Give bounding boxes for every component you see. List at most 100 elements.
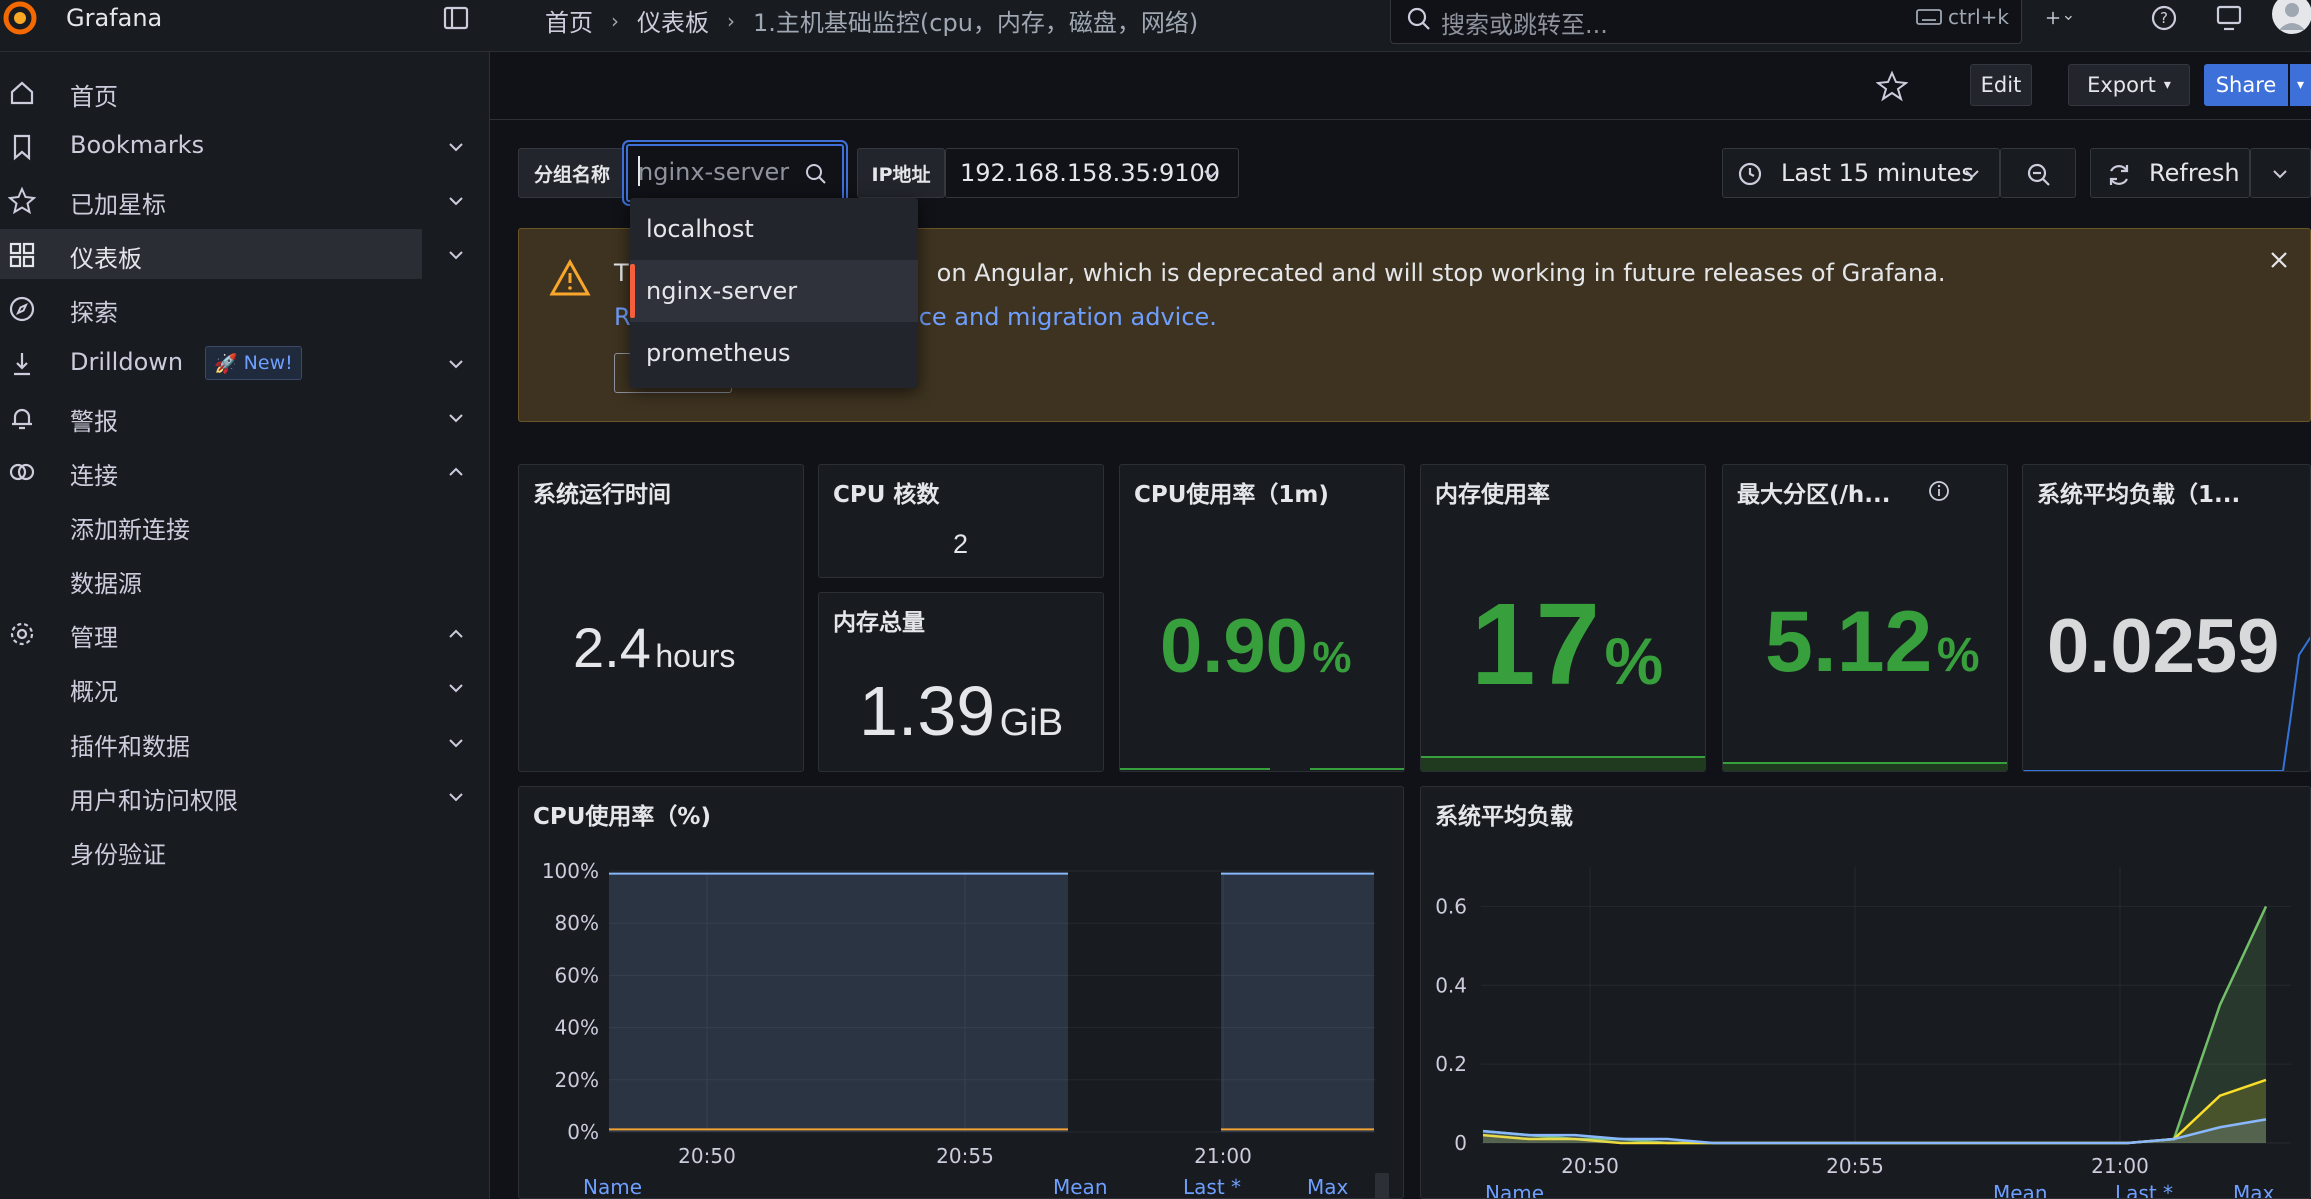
chevron-up-icon[interactable] bbox=[446, 462, 466, 482]
search-icon bbox=[806, 164, 826, 184]
x-tick-label: 20:55 bbox=[936, 1144, 994, 1168]
legend-header-mean[interactable]: Mean bbox=[1053, 1175, 1108, 1198]
sidebar-item-data-sources[interactable]: 数据源 bbox=[0, 554, 422, 604]
memory-usage-value: 17 bbox=[1471, 579, 1601, 709]
time-range-picker[interactable]: Last 15 minutes bbox=[1722, 148, 2000, 198]
legend-scrollbar[interactable] bbox=[1375, 1173, 1389, 1198]
sidebar-item-label: Drilldown bbox=[70, 348, 184, 376]
svg-text:?: ? bbox=[2160, 9, 2168, 27]
sidebar-item-add-connection[interactable]: 添加新连接 bbox=[0, 500, 422, 550]
breadcrumb-dashboards[interactable]: 仪表板 bbox=[637, 3, 709, 38]
sidebar-item-label: 管理 bbox=[70, 624, 118, 652]
legend-header-last[interactable]: Last * bbox=[1183, 1175, 1241, 1198]
refresh-interval-button[interactable] bbox=[2250, 148, 2311, 198]
user-avatar[interactable] bbox=[2272, 0, 2311, 34]
panel-system-load[interactable]: 系统平均负载（1... 0.0259 bbox=[2022, 464, 2311, 772]
zoom-out-button[interactable] bbox=[2000, 148, 2076, 198]
sidebar-item-authentication[interactable]: 身份验证 bbox=[0, 825, 422, 875]
max-partition-value: 5.12 bbox=[1765, 594, 1933, 690]
dock-sidebar-icon[interactable] bbox=[442, 4, 470, 32]
chevron-down-icon[interactable] bbox=[446, 245, 466, 265]
max-partition-stat: 5.12 % bbox=[1765, 593, 1980, 692]
panel-cpu-cores[interactable]: CPU 核数 2 bbox=[818, 464, 1104, 578]
sidebar-item-users-access[interactable]: 用户和访问权限 bbox=[0, 771, 422, 821]
legend-header-max[interactable]: Max bbox=[1307, 1175, 1348, 1198]
sidebar-item-label: 已加星标 bbox=[70, 191, 166, 219]
export-button[interactable]: Export ▾ bbox=[2068, 64, 2190, 106]
chevron-down-icon bbox=[1204, 170, 1218, 179]
sidebar-item-bookmarks[interactable]: Bookmarks bbox=[0, 121, 422, 171]
sidebar-item-alerting[interactable]: 警报 bbox=[0, 392, 422, 442]
sidebar-item-administration[interactable]: 管理 bbox=[0, 608, 422, 658]
panel-memory-usage[interactable]: 内存使用率 17 % bbox=[1420, 464, 1706, 772]
star-icon[interactable] bbox=[1876, 70, 1908, 102]
add-new-icon[interactable] bbox=[2045, 2, 2077, 34]
share-dropdown-button[interactable]: ▾ bbox=[2290, 64, 2311, 106]
system-load-chart: 0.6 0.4 0.2 0 20:50 20:55 21:00 bbox=[1435, 867, 2291, 1178]
sidebar-item-dashboards[interactable]: 仪表板 bbox=[0, 229, 422, 279]
alert-link-start: R bbox=[614, 303, 631, 331]
legend-header-name[interactable]: Name bbox=[583, 1175, 642, 1198]
chevron-down-icon[interactable] bbox=[446, 678, 466, 698]
legend-header-mean[interactable]: Mean bbox=[1993, 1181, 2048, 1198]
cpu-usage-value: 0.90 bbox=[1160, 604, 1308, 689]
chevron-down-icon[interactable] bbox=[446, 787, 466, 807]
panel-cpu-usage-timeseries[interactable]: CPU使用率（%) 100% 80% 60% 40% 20% 0% 20:50 20:55 21… bbox=[518, 786, 1404, 1199]
chevron-up-icon[interactable] bbox=[446, 624, 466, 644]
export-label: Export bbox=[2087, 73, 2156, 97]
chevron-down-icon[interactable] bbox=[446, 733, 466, 753]
compass-icon bbox=[9, 296, 35, 322]
sidebar-item-explore[interactable]: 探索 bbox=[0, 283, 422, 333]
x-tick-label: 21:00 bbox=[1194, 1144, 1252, 1168]
search-bar[interactable]: 搜索或跳转至... ctrl+k bbox=[1390, 0, 2022, 44]
y-tick-label: 0% bbox=[567, 1120, 599, 1144]
sidebar-item-connections[interactable]: 连接 bbox=[0, 446, 422, 496]
sidebar-item-starred[interactable]: 已加星标 bbox=[0, 175, 422, 225]
breadcrumb-current: 1.主机基础监控(cpu，内存，磁盘，网络) bbox=[753, 9, 1199, 37]
group-name-input[interactable]: nginx-server bbox=[626, 144, 844, 202]
dropdown-option-nginx-server[interactable]: nginx-server bbox=[630, 260, 918, 322]
help-icon[interactable]: ? bbox=[2148, 2, 2180, 34]
breadcrumb-separator-icon: › bbox=[727, 8, 735, 33]
dropdown-option-prometheus[interactable]: prometheus bbox=[630, 322, 918, 384]
legend-header-last[interactable]: Last * bbox=[2115, 1181, 2173, 1198]
panel-memory-total[interactable]: 内存总量 1.39 GiB bbox=[818, 592, 1104, 772]
sidebar-item-label: 添加新连接 bbox=[70, 516, 190, 544]
refresh-button[interactable]: Refresh bbox=[2090, 148, 2250, 198]
breadcrumb-separator-icon: › bbox=[611, 8, 619, 33]
chevron-down-icon[interactable] bbox=[446, 137, 466, 157]
chevron-down-icon[interactable] bbox=[446, 408, 466, 428]
close-icon[interactable] bbox=[2268, 249, 2290, 271]
chevron-down-icon[interactable] bbox=[446, 191, 466, 211]
ip-address-select[interactable]: 192.168.158.35:9100 bbox=[945, 148, 1239, 198]
grafana-logo[interactable] bbox=[0, 0, 40, 40]
breadcrumb-home[interactable]: 首页 bbox=[545, 3, 593, 38]
panel-max-partition[interactable]: 最大分区(/h... 5.12 % bbox=[1722, 464, 2008, 772]
warning-icon bbox=[549, 259, 591, 296]
panel-system-load-timeseries[interactable]: 系统平均负载 0.6 0.4 0.2 0 20:50 20:55 21:00 Name Me… bbox=[1420, 786, 2311, 1199]
legend-header-name[interactable]: Name bbox=[1485, 1181, 1544, 1198]
sidebar-item-overview[interactable]: 概况 bbox=[0, 662, 422, 712]
legend-header-max[interactable]: Max bbox=[2233, 1181, 2274, 1198]
edit-button[interactable]: Edit bbox=[1970, 64, 2032, 106]
sidebar-item-label: 仪表板 bbox=[70, 245, 142, 273]
search-shortcut: ctrl+k bbox=[1916, 5, 2009, 29]
chevron-down-icon[interactable] bbox=[446, 354, 466, 374]
panel-uptime[interactable]: 系统运行时间 2.4 hours bbox=[518, 464, 804, 772]
y-tick-label: 100% bbox=[542, 859, 599, 883]
ip-address-value: 192.168.158.35:9100 bbox=[960, 159, 1221, 187]
y-tick-label: 60% bbox=[555, 963, 599, 987]
info-icon[interactable] bbox=[1927, 479, 1951, 503]
news-icon[interactable] bbox=[2213, 2, 2245, 34]
sidebar-item-home[interactable]: 首页 bbox=[0, 67, 422, 117]
dropdown-option-localhost[interactable]: localhost bbox=[630, 198, 918, 260]
sidebar-item-plugins[interactable]: 插件和数据 bbox=[0, 717, 422, 767]
panel-cpu-usage[interactable]: CPU使用率（1m) 0.90 % bbox=[1119, 464, 1405, 772]
sidebar-item-label: 警报 bbox=[70, 408, 118, 436]
share-button[interactable]: Share bbox=[2204, 64, 2288, 106]
x-tick-label: 20:55 bbox=[1826, 1154, 1884, 1178]
y-tick-label: 0.4 bbox=[1435, 973, 1467, 997]
alert-message-start: T bbox=[614, 259, 629, 287]
max-partition-unit: % bbox=[1936, 629, 1980, 682]
search-placeholder: 搜索或跳转至... bbox=[1441, 11, 1608, 39]
